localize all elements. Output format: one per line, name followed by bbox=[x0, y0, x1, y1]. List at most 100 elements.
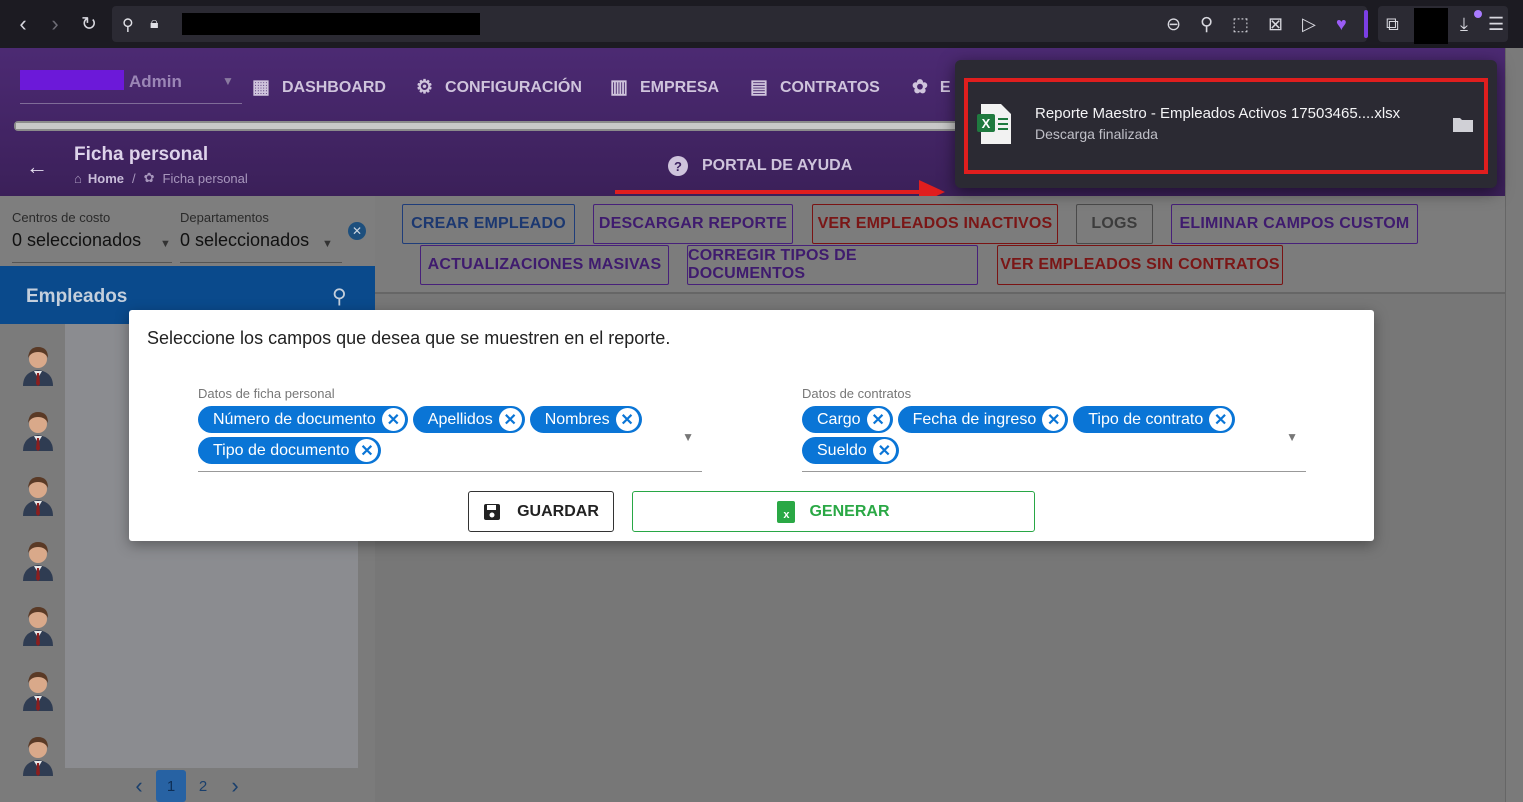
employee-avatar[interactable] bbox=[21, 537, 55, 581]
gear-icon: ⚙ bbox=[416, 77, 434, 98]
actualizaciones-masivas-button[interactable]: ACTUALIZACIONES MASIVAS bbox=[420, 245, 669, 285]
ficha-chip: Nombres ✕ bbox=[529, 406, 642, 433]
pagination-page-1[interactable]: 1 bbox=[156, 770, 186, 802]
guardar-button[interactable]: GUARDAR bbox=[468, 491, 614, 532]
send-icon[interactable]: ▷ bbox=[1302, 14, 1316, 35]
remove-chip-icon[interactable]: ✕ bbox=[381, 408, 405, 431]
centros-select[interactable]: 0 seleccionados bbox=[12, 230, 141, 251]
extensions-icon[interactable]: ⧉ bbox=[1386, 14, 1399, 35]
ficha-chip: Apellidos ✕ bbox=[412, 406, 525, 433]
heart-icon[interactable]: ♥ bbox=[1336, 14, 1347, 35]
forward-icon[interactable]: › bbox=[40, 9, 70, 39]
remove-chip-icon[interactable]: ✕ bbox=[615, 408, 639, 431]
progress-fill bbox=[16, 123, 972, 129]
search-icon[interactable]: ⚲ bbox=[332, 284, 347, 309]
chevron-down-icon[interactable]: ▼ bbox=[1286, 430, 1298, 444]
pagination-prev[interactable]: ‹ bbox=[128, 770, 150, 802]
chevron-down-icon[interactable]: ▼ bbox=[222, 74, 234, 88]
remove-chip-icon[interactable]: ✕ bbox=[1209, 408, 1233, 431]
menu-partial[interactable]: ✿ E bbox=[912, 76, 951, 99]
menu-empresa[interactable]: ▥ EMPRESA bbox=[610, 76, 719, 99]
chevron-down-icon[interactable]: ▼ bbox=[322, 238, 333, 250]
pagination-next[interactable]: › bbox=[224, 770, 246, 802]
ficha-label: Datos de ficha personal bbox=[198, 386, 335, 401]
extension-redacted bbox=[1414, 8, 1448, 44]
folder-icon[interactable] bbox=[1453, 116, 1473, 132]
remove-chip-icon[interactable]: ✕ bbox=[866, 408, 890, 431]
guardar-label: GUARDAR bbox=[517, 502, 599, 520]
corregir-tipos-button[interactable]: CORREGIR TIPOS DE DOCUMENTOS bbox=[687, 245, 978, 285]
menu-label: E bbox=[939, 78, 951, 96]
building-icon: ▥ bbox=[610, 77, 628, 98]
generar-button[interactable]: x GENERAR bbox=[632, 491, 1035, 532]
screenshot-icon[interactable]: ⬚ bbox=[1232, 14, 1249, 35]
breadcrumb-separator: / bbox=[131, 170, 136, 186]
menu-dashboard[interactable]: ▦ DASHBOARD bbox=[252, 76, 386, 99]
save-icon bbox=[484, 503, 501, 520]
menu-contratos[interactable]: ▤ CONTRATOS bbox=[750, 76, 880, 99]
menu-label: CONTRATOS bbox=[779, 78, 880, 96]
help-portal-link[interactable]: ? PORTAL DE AYUDA bbox=[668, 156, 852, 176]
field-underline bbox=[198, 471, 702, 472]
ficha-personal-select[interactable]: Datos de ficha personal Número de docume… bbox=[198, 386, 702, 472]
page-title: Ficha personal bbox=[74, 144, 209, 165]
employee-avatar[interactable] bbox=[21, 472, 55, 516]
ver-sin-contratos-button[interactable]: VER EMPLEADOS SIN CONTRATOS bbox=[997, 245, 1283, 285]
crear-empleado-button[interactable]: CREAR EMPLEADO bbox=[402, 204, 575, 244]
scrollbar[interactable] bbox=[1505, 48, 1523, 802]
excel-file-icon: X bbox=[977, 104, 1011, 144]
download-dot bbox=[1474, 10, 1482, 18]
back-arrow-icon[interactable]: ← bbox=[26, 154, 48, 180]
remove-chip-icon[interactable]: ✕ bbox=[1042, 408, 1066, 431]
filters-panel: Centros de costo 0 seleccionados ▼ Depar… bbox=[0, 196, 375, 266]
eliminar-campos-button[interactable]: ELIMINAR CAMPOS CUSTOM bbox=[1171, 204, 1418, 244]
chip-label: Tipo de documento bbox=[213, 441, 350, 459]
home-icon[interactable]: ⌂ bbox=[74, 171, 82, 186]
centros-label: Centros de costo bbox=[12, 210, 111, 225]
contrato-chip: Tipo de contrato ✕ bbox=[1073, 406, 1236, 433]
chevron-down-icon[interactable]: ▼ bbox=[160, 238, 171, 250]
back-icon[interactable]: ‹ bbox=[8, 9, 38, 39]
download-icon[interactable]: ⤓ bbox=[1460, 14, 1468, 35]
remove-chip-icon[interactable]: ✕ bbox=[872, 439, 896, 462]
field-underline bbox=[802, 471, 1306, 472]
ver-inactivos-button[interactable]: VER EMPLEADOS INACTIVOS bbox=[812, 204, 1058, 244]
chevron-down-icon[interactable]: ▼ bbox=[682, 430, 694, 444]
contrato-chip: Sueldo ✕ bbox=[802, 437, 899, 464]
contratos-select[interactable]: Datos de contratos Cargo ✕ Fecha de ingres… bbox=[802, 386, 1306, 472]
ficha-chips: Número de documento ✕ Apellidos ✕ Nombres ✕ Ti… bbox=[198, 406, 668, 464]
remove-chip-icon[interactable]: ✕ bbox=[498, 408, 522, 431]
breadcrumb-home[interactable]: Home bbox=[88, 171, 124, 186]
shield-icon[interactable]: ⊠ bbox=[1268, 14, 1283, 35]
browser-toolbar: ‹ › ↻ ⚲ 🔒︎ ⊖ ⚲ ⬚ ⊠ ▷ ♥ ⧉ ⤓ ☰ bbox=[0, 0, 1523, 48]
menu-label: DASHBOARD bbox=[281, 78, 386, 96]
menu-icon[interactable]: ☰ bbox=[1488, 14, 1504, 35]
user-name[interactable]: Admin bbox=[129, 72, 182, 92]
descargar-reporte-button[interactable]: DESCARGAR REPORTE bbox=[593, 204, 793, 244]
menu-label: CONFIGURACIÓN bbox=[445, 78, 582, 96]
pagination-page-2[interactable]: 2 bbox=[190, 770, 216, 802]
employee-avatar[interactable] bbox=[21, 342, 55, 386]
employee-avatar[interactable] bbox=[21, 667, 55, 711]
user-redacted bbox=[20, 70, 124, 90]
lock-icon[interactable]: 🔒︎ bbox=[150, 15, 159, 33]
reload-icon[interactable]: ↻ bbox=[74, 9, 104, 39]
employee-avatar[interactable] bbox=[21, 407, 55, 451]
clear-filters-icon[interactable]: ✕ bbox=[348, 222, 366, 240]
pagination: ‹ 1 2 › bbox=[0, 770, 375, 802]
zoom-icon[interactable]: ⊖ bbox=[1166, 14, 1181, 35]
employee-avatar[interactable] bbox=[21, 602, 55, 646]
chip-label: Número de documento bbox=[213, 410, 376, 428]
departamentos-select[interactable]: 0 seleccionados bbox=[180, 230, 309, 251]
chip-label: Sueldo bbox=[817, 441, 867, 459]
url-bar[interactable]: ⚲ 🔒︎ ⊖ ⚲ ⬚ ⊠ ▷ ♥ bbox=[112, 6, 1367, 42]
action-buttons-panel: CREAR EMPLEADO DESCARGAR REPORTE VER EMP… bbox=[375, 196, 1505, 294]
palette-icon: ✿ bbox=[912, 77, 928, 98]
remove-chip-icon[interactable]: ✕ bbox=[355, 439, 379, 462]
site-info-icon[interactable]: ⚲ bbox=[122, 15, 134, 35]
logs-button[interactable]: LOGS bbox=[1076, 204, 1153, 244]
pin-icon[interactable]: ⚲ bbox=[1200, 14, 1213, 35]
menu-configuracion[interactable]: ⚙ CONFIGURACIÓN bbox=[416, 76, 582, 99]
download-filename[interactable]: Reporte Maestro - Empleados Activos 1750… bbox=[1035, 105, 1400, 122]
palette-icon: ✿ bbox=[143, 170, 155, 185]
